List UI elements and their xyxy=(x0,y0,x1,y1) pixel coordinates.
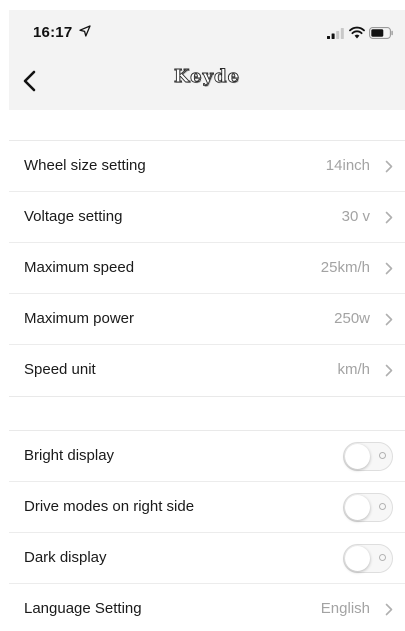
language-label: Language Setting xyxy=(24,600,142,617)
battery-icon xyxy=(369,27,393,39)
speed-unit-label: Speed unit xyxy=(24,361,96,378)
maximum-power-label: Maximum power xyxy=(24,310,135,327)
voltage-value: 30 v xyxy=(341,208,370,225)
navigation-bar: Keyde xyxy=(9,54,405,110)
maximum-speed-row[interactable]: Maximum speed 25km/h xyxy=(9,243,405,294)
bright-display-label: Bright display xyxy=(24,447,115,464)
maximum-speed-value: 25km/h xyxy=(320,259,370,276)
page-title: Keyde xyxy=(173,66,241,88)
dark-display-label: Dark display xyxy=(24,549,107,566)
toggle-off-icon xyxy=(379,554,386,561)
toggle-knob xyxy=(345,444,370,469)
status-bar: 16:17 xyxy=(9,10,405,54)
dark-display-row: Dark display xyxy=(9,533,405,584)
wheel-size-value: 14inch xyxy=(325,157,370,174)
chevron-right-icon xyxy=(385,160,393,173)
settings-screen: 16:17 Keyde Wheel size setting 14inch Vo… xyxy=(0,0,405,631)
wheel-size-row[interactable]: Wheel size setting 14inch xyxy=(9,141,405,192)
language-value: English xyxy=(320,600,370,617)
bright-display-row: Bright display xyxy=(9,431,405,482)
toggle-knob xyxy=(345,495,370,520)
drive-modes-row: Drive modes on right side xyxy=(9,482,405,533)
wheel-size-label: Wheel size setting xyxy=(24,157,146,174)
location-arrow-icon xyxy=(79,25,91,37)
signal-icon xyxy=(327,28,344,39)
chevron-right-icon xyxy=(385,262,393,275)
maximum-power-value: 250w xyxy=(334,310,370,327)
bright-display-toggle[interactable] xyxy=(343,442,393,471)
voltage-row[interactable]: Voltage setting 30 v xyxy=(9,192,405,243)
display-settings-group: Bright display Drive modes on right side… xyxy=(9,430,405,631)
maximum-power-row[interactable]: Maximum power 250w xyxy=(9,294,405,345)
header-area: 16:17 Keyde xyxy=(9,10,405,110)
speed-unit-row[interactable]: Speed unit km/h xyxy=(9,345,405,396)
speed-unit-value: km/h xyxy=(337,361,370,378)
chevron-right-icon xyxy=(385,211,393,224)
chevron-right-icon xyxy=(385,364,393,377)
toggle-off-icon xyxy=(379,503,386,510)
drive-modes-label: Drive modes on right side xyxy=(24,498,195,515)
toggle-off-icon xyxy=(379,452,386,459)
toggle-knob xyxy=(345,546,370,571)
dark-display-toggle[interactable] xyxy=(343,544,393,573)
voltage-label: Voltage setting xyxy=(24,208,123,225)
wifi-icon xyxy=(349,26,365,39)
status-time: 16:17 xyxy=(33,24,73,41)
motor-settings-group: Wheel size setting 14inch Voltage settin… xyxy=(9,140,405,397)
chevron-right-icon xyxy=(385,603,393,616)
chevron-right-icon xyxy=(385,313,393,326)
maximum-speed-label: Maximum speed xyxy=(24,259,135,276)
language-row[interactable]: Language Setting English xyxy=(9,584,405,631)
drive-modes-toggle[interactable] xyxy=(343,493,393,522)
